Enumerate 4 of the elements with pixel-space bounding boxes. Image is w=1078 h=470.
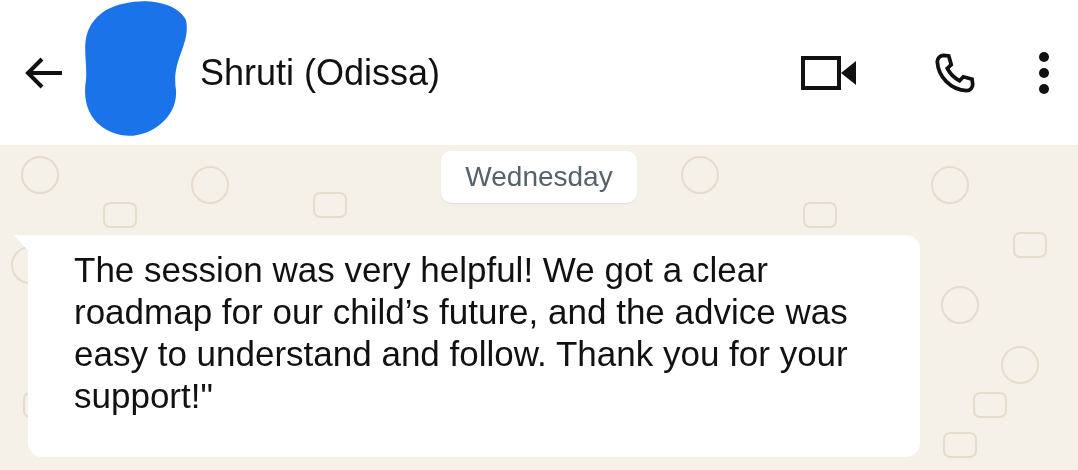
menu-button[interactable] [1038,50,1050,95]
date-chip: Wednesday [441,151,637,203]
contact-name: Shruti (Odissa) [200,51,442,94]
message-text: The session was very helpful! We got a clear roadmap for our child’s future, and the advice was easy to understand and follow. Thank you for your support!" [74,250,848,415]
